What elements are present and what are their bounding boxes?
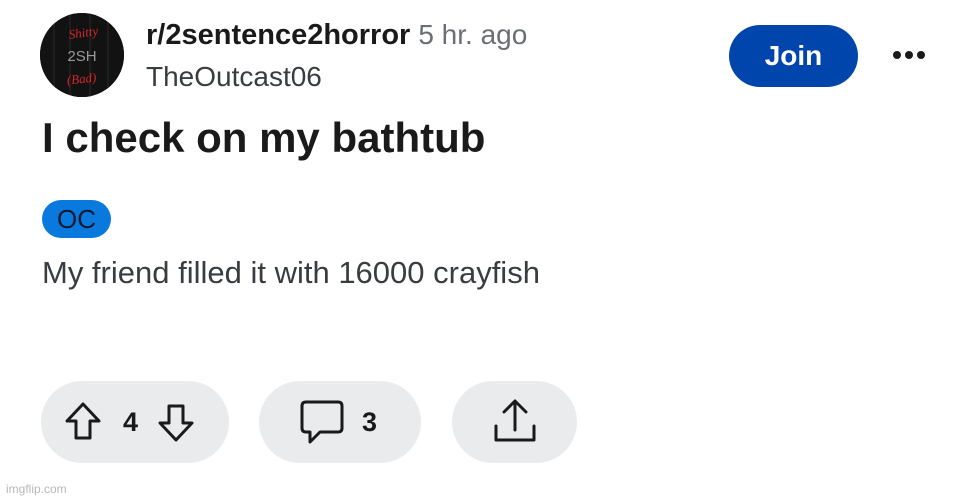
share-icon (494, 399, 535, 442)
comment-icon-wrap (296, 396, 348, 448)
comment-bubble-icon (300, 400, 344, 444)
post-flair[interactable]: OC (42, 200, 111, 238)
comment-count: 3 (362, 406, 378, 437)
downvote-button[interactable] (156, 400, 196, 444)
vote-count: 4 (123, 406, 139, 437)
avatar-text-middle: 2SH (67, 48, 96, 65)
vote-bar: 4 (41, 381, 229, 463)
subreddit-link[interactable]: r/2sentence2horror (146, 19, 410, 51)
share-button[interactable] (452, 381, 577, 463)
subreddit-avatar[interactable]: Shitty 2SH (Bad) (40, 13, 124, 97)
avatar-image: Shitty 2SH (Bad) (40, 13, 124, 97)
avatar-text-bottom: (Bad) (66, 70, 97, 88)
comments-button[interactable]: 3 (259, 381, 421, 463)
post-body: My friend filled it with 16000 crayfish (42, 255, 540, 290)
post-meta: r/2sentence2horror 5 hr. ago (146, 16, 527, 59)
post-time: 5 hr. ago (418, 19, 528, 50)
author-link[interactable]: TheOutcast06 (146, 58, 322, 96)
watermark: imgflip.com (6, 482, 67, 496)
upvote-button[interactable] (63, 400, 103, 444)
downvote-arrow-icon (158, 404, 194, 442)
upvote-arrow-icon (65, 402, 101, 440)
ellipsis-icon (893, 51, 925, 59)
join-button[interactable]: Join (729, 25, 858, 87)
more-options-button[interactable] (886, 38, 932, 72)
post-title[interactable]: I check on my bathtub (42, 110, 485, 166)
